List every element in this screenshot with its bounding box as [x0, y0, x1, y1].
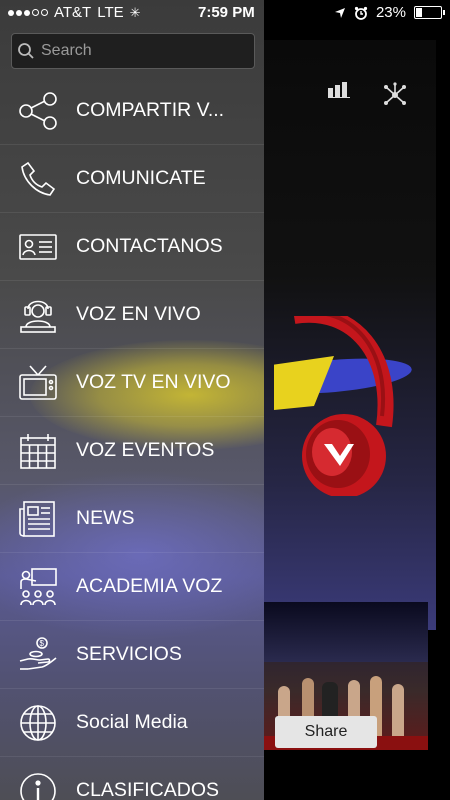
signal-strength-icon [8, 9, 48, 16]
status-bar: AT&T LTE ✳ 7:59 PM 23% [0, 0, 450, 26]
search-bar[interactable] [11, 33, 255, 69]
menu-item-label: COMPARTIR V... [76, 99, 225, 121]
menu-item-voz-eventos[interactable]: VOZ EVENTOS [0, 417, 264, 485]
carrier-label: AT&T [54, 4, 92, 21]
menu-item-social-media[interactable]: Social Media [0, 689, 264, 757]
hand-coins-icon: $ [17, 634, 59, 676]
alarm-clock-icon [354, 6, 368, 20]
bar-chart-icon[interactable] [328, 82, 352, 98]
menu-item-servicios[interactable]: $ SERVICIOS [0, 621, 264, 689]
activity-spinner-icon: ✳ [129, 4, 141, 20]
menu-item-label: VOZ TV EN VIVO [76, 371, 231, 393]
menu-item-compartir[interactable]: COMPARTIR V... [0, 77, 264, 145]
tv-icon [17, 362, 59, 404]
info-icon [17, 770, 59, 800]
menu-list: COMPARTIR V... COMUNICATE CONTACTANOS VO… [0, 77, 264, 800]
globe-icon [17, 702, 59, 744]
background-app: Share [264, 26, 450, 800]
menu-item-label: CLASIFICADOS [76, 779, 220, 800]
side-menu: COMPARTIR V... COMUNICATE CONTACTANOS VO… [0, 0, 264, 800]
background-toolbar [328, 82, 408, 108]
radio-host-icon [17, 294, 59, 336]
menu-item-label: NEWS [76, 507, 135, 529]
menu-item-label: VOZ EN VIVO [76, 303, 201, 325]
search-icon [18, 43, 34, 59]
share-button[interactable]: Share [275, 716, 377, 748]
status-right: 23% [334, 4, 445, 21]
menu-item-label: Social Media [76, 711, 188, 733]
network-share-icon[interactable] [382, 82, 408, 108]
location-arrow-icon [334, 7, 345, 18]
headphones-logo [274, 316, 412, 496]
menu-item-news[interactable]: NEWS [0, 485, 264, 553]
status-left: AT&T LTE ✳ [8, 4, 141, 21]
menu-item-label: ACADEMIA VOZ [76, 575, 223, 597]
menu-item-label: CONTACTANOS [76, 235, 223, 257]
classroom-icon [17, 566, 59, 608]
search-input[interactable] [39, 41, 243, 61]
menu-item-label: VOZ EVENTOS [76, 439, 215, 461]
menu-item-comunicate[interactable]: COMUNICATE [0, 145, 264, 213]
network-label: LTE [97, 4, 124, 21]
phone-icon [17, 158, 59, 200]
menu-item-contactanos[interactable]: CONTACTANOS [0, 213, 264, 281]
contact-card-icon [17, 226, 59, 268]
newspaper-icon [17, 498, 59, 540]
menu-item-label: SERVICIOS [76, 643, 182, 665]
battery-icon [414, 6, 445, 19]
calendar-icon [17, 430, 59, 472]
battery-percent: 23% [375, 4, 406, 21]
status-time: 7:59 PM [198, 4, 255, 21]
menu-item-label: COMUNICATE [76, 167, 206, 189]
svg-text:$: $ [40, 639, 45, 648]
share-icon [17, 90, 59, 132]
menu-item-voz-en-vivo[interactable]: VOZ EN VIVO [0, 281, 264, 349]
menu-item-academia-voz[interactable]: ACADEMIA VOZ [0, 553, 264, 621]
menu-item-voz-tv-en-vivo[interactable]: VOZ TV EN VIVO [0, 349, 264, 417]
menu-item-clasificados[interactable]: CLASIFICADOS [0, 757, 264, 800]
